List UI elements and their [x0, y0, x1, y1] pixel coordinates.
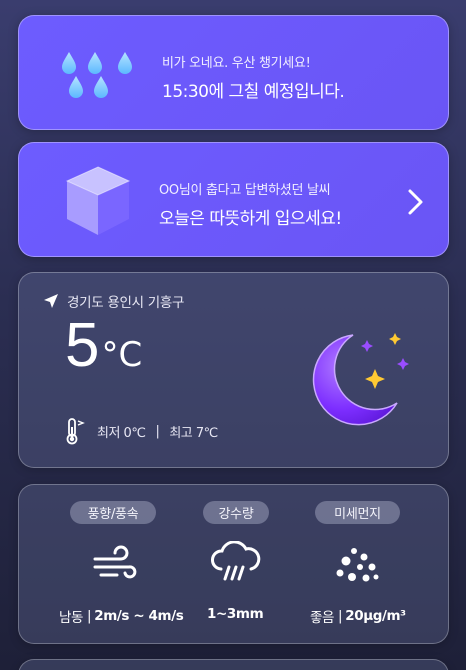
precip-amount: 1~3mm [207, 606, 264, 622]
weather-details-card: 풍향/풍속 강수량 미세먼지 남동 | 2m/s ~ 4m/s 1~3mm 좋음… [18, 484, 449, 644]
precip-label: 강수량 [203, 501, 269, 524]
thermometer-icon [66, 418, 85, 445]
min-temperature: 최저 0℃ [97, 425, 146, 441]
cube-icon [65, 166, 131, 235]
raindrops-icon [62, 52, 132, 98]
rain-notice-line1: 비가 오네요. 우산 챙기세요! [162, 56, 311, 71]
outfit-line2: 오늘은 따뜻하게 입으세요! [159, 209, 342, 229]
dust-icon [336, 548, 379, 582]
next-card [18, 659, 449, 670]
outfit-line1: OO님이 춥다고 답변하셨던 날씨 [159, 183, 331, 198]
dust-value: 좋음 | 20μg/m³ [310, 606, 406, 626]
wind-direction: 남동 [59, 610, 84, 626]
temperature-value: 5 [65, 311, 100, 380]
wind-icon [93, 545, 137, 579]
dust-status: 좋음 [310, 610, 335, 626]
dust-separator: | [338, 608, 343, 624]
precip-value: 1~3mm [207, 606, 264, 622]
temperature-unit: °C [101, 335, 143, 375]
rain-notice-card[interactable]: 비가 오네요. 우산 챙기세요! 15:30에 그칠 예정입니다. [18, 15, 449, 130]
rain-cloud-icon [211, 541, 261, 581]
chevron-right-icon[interactable] [405, 188, 427, 216]
dust-label: 미세먼지 [315, 501, 400, 524]
outfit-recommendation-card[interactable]: OO님이 춥다고 답변하셨던 날씨 오늘은 따뜻하게 입으세요! [18, 142, 449, 257]
current-weather-card: 경기도 용인시 기흥구 5 °C 최저 0℃ | 최고 7℃ [18, 272, 449, 468]
wind-value: 남동 | 2m/s ~ 4m/s [59, 606, 184, 626]
wind-separator: | [87, 608, 92, 624]
location-arrow-icon [44, 294, 58, 308]
max-temperature: 최고 7℃ [169, 425, 218, 441]
min-max-temperature: 최저 0℃ | 최고 7℃ [63, 417, 218, 445]
dust-amount: 20μg/m³ [345, 608, 406, 624]
wind-speed: 2m/s ~ 4m/s [94, 608, 184, 624]
location-row[interactable]: 경기도 용인시 기흥구 [43, 291, 184, 311]
rain-notice-line2: 15:30에 그칠 예정입니다. [162, 82, 345, 102]
temperature: 5 °C [65, 311, 142, 381]
min-max-separator: | [155, 423, 160, 439]
location-label: 경기도 용인시 기흥구 [67, 295, 185, 311]
wind-label: 풍향/풍속 [70, 501, 156, 524]
moon-stars-icon [312, 333, 409, 426]
